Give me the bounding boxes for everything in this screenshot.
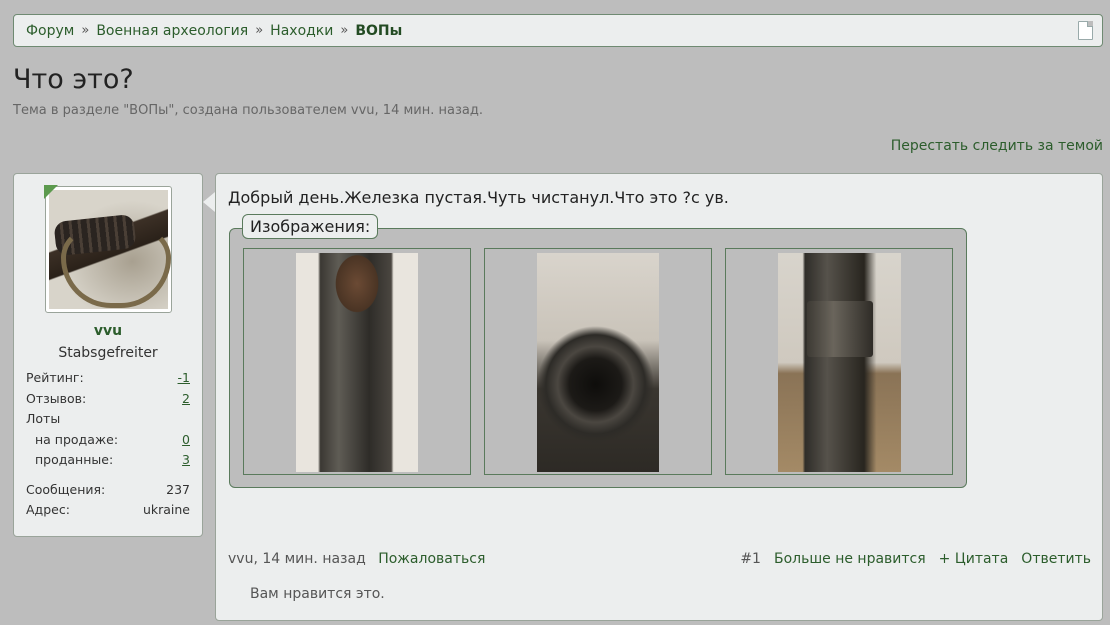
attachments-label: Изображения: — [242, 214, 379, 239]
stat-label: Рейтинг: — [26, 370, 84, 385]
post-message: Добрый день.Железка пустая.Чуть чистанул… — [215, 173, 1103, 621]
message-pointer — [203, 192, 215, 212]
page-title: Что это? — [13, 64, 134, 95]
breadcrumb-separator: » — [340, 23, 349, 38]
breadcrumb-military-archaeology[interactable]: Военная археология — [96, 23, 248, 39]
stat-on-sale: на продаже: 0 — [26, 432, 190, 453]
post-actions: #1 Больше не нравится + Цитата Ответить — [740, 551, 1091, 567]
attachments-box: Изображения: — [229, 214, 967, 488]
on-sale-value-link[interactable]: 0 — [182, 432, 190, 453]
username[interactable]: vvu — [14, 323, 202, 339]
stat-lots: Лоты — [26, 411, 190, 432]
attachment-thumbnail[interactable] — [484, 248, 712, 475]
reply-link[interactable]: Ответить — [1021, 551, 1091, 567]
stat-label: Отзывов: — [26, 390, 87, 406]
avatar-image — [49, 190, 171, 309]
unwatch-thread-link[interactable]: Перестать следить за темой — [891, 138, 1103, 154]
stat-rating: Рейтинг: -1 — [26, 370, 190, 391]
quote-link[interactable]: + Цитата — [939, 551, 1009, 567]
messages-value: 237 — [166, 481, 190, 497]
attachment-thumbnail[interactable] — [243, 248, 471, 475]
report-link[interactable]: Пожаловаться — [378, 551, 485, 567]
user-title: Stabsgefreiter — [58, 345, 158, 361]
breadcrumb-separator: » — [255, 23, 264, 38]
likes-summary: Вам нравится это. — [250, 586, 385, 602]
breadcrumb-finds[interactable]: Находки — [270, 23, 333, 39]
unlike-link[interactable]: Больше не нравится — [774, 551, 926, 567]
post-author-time[interactable]: vvu, 14 мин. назад — [228, 551, 366, 567]
stat-label: проданные: — [35, 452, 114, 467]
breadcrumb-separator: » — [81, 23, 90, 38]
attachment-image — [537, 253, 659, 472]
stat-label: Адрес: — [26, 502, 70, 517]
breadcrumb-current[interactable]: ВОПы — [355, 23, 402, 39]
stat-reviews: Отзывов: 2 — [26, 391, 190, 412]
attachment-image — [296, 253, 418, 472]
online-indicator-icon — [44, 185, 58, 199]
attachment-image — [778, 253, 901, 472]
stat-label: Лоты — [26, 411, 61, 426]
reviews-value-link[interactable]: 2 — [182, 391, 190, 412]
stat-label: Сообщения: — [26, 481, 106, 497]
sold-value-link[interactable]: 3 — [182, 452, 190, 473]
post-meta: vvu, 14 мин. назад Пожаловаться — [228, 551, 485, 567]
stat-messages: Сообщения: 237 — [26, 482, 190, 503]
stat-label: на продаже: — [35, 431, 119, 447]
user-panel: vvu Stabsgefreiter Рейтинг: -1 Отзывов: … — [13, 173, 203, 537]
user-stats: Рейтинг: -1 Отзывов: 2 Лоты на продаже: … — [26, 370, 190, 523]
stat-sold: проданные: 3 — [26, 452, 190, 473]
thread-subtitle: Тема в разделе "ВОПы", создана пользоват… — [13, 103, 483, 118]
avatar[interactable] — [45, 186, 172, 313]
address-value: ukraine — [142, 502, 190, 517]
post-text: Добрый день.Железка пустая.Чуть чистанул… — [228, 188, 729, 207]
attachment-thumbnail[interactable] — [725, 248, 953, 475]
breadcrumb-forum[interactable]: Форум — [26, 23, 74, 39]
post-number-link[interactable]: #1 — [740, 551, 761, 567]
page-icon[interactable] — [1078, 21, 1093, 40]
stat-address: Адрес: ukraine — [26, 502, 190, 523]
breadcrumb: Форум » Военная археология » Находки » В… — [13, 14, 1103, 47]
rating-value-link[interactable]: -1 — [178, 370, 190, 391]
